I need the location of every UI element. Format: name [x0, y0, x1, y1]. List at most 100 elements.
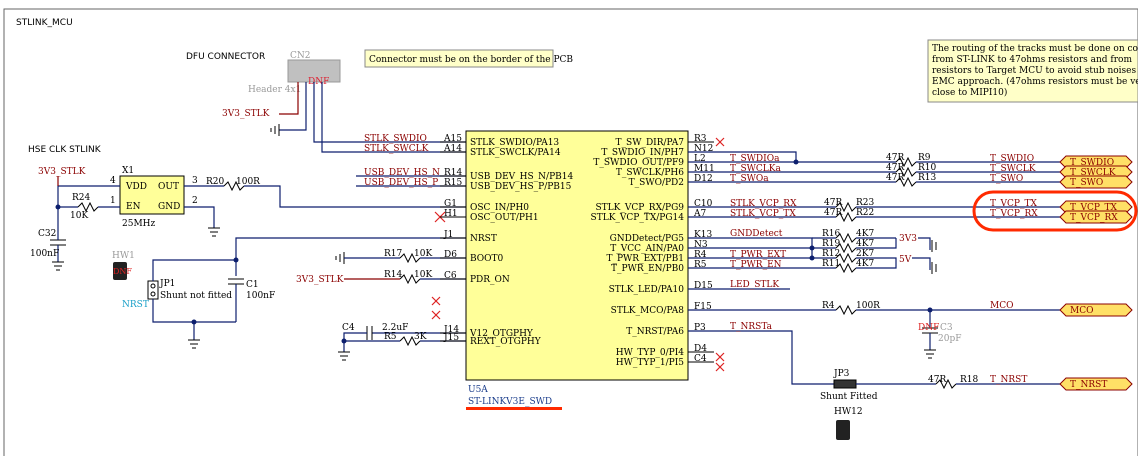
x1-value: 25MHz [122, 219, 156, 229]
r9-value: 47R [886, 153, 904, 163]
chip-pin-name: T_SWDIO_IN/PH7 [601, 148, 684, 158]
chip-pin-name: T_PWR_EN/PB0 [611, 264, 684, 274]
v3v3-label: 3V3 [899, 234, 917, 244]
r17-ref: R17 [384, 249, 403, 259]
chip-pin-number: R3 [694, 134, 707, 144]
net-t-swdioa: T_SWDIOa [730, 154, 780, 164]
part-highlight [466, 407, 562, 410]
r24-ref: R24 [72, 193, 91, 203]
chip-pin-name: STLK_SWDIO/PA13 [470, 138, 559, 148]
port-label: T_SWO [1070, 178, 1103, 188]
chip-pin-name: REXT_OTGPHY [470, 337, 542, 347]
chip-pin-number: R14 [444, 168, 463, 178]
v33-hse: 3V3_STLK [38, 167, 86, 177]
c3-value: 20pF [938, 334, 961, 344]
r13-value: 47R [886, 173, 904, 183]
chip-pin-number: A15 [443, 134, 462, 144]
r20-ref: R20 [206, 177, 225, 187]
net-pwr-ext: T_PWR_EXT [730, 250, 786, 260]
chip-pin-number: D6 [444, 250, 457, 260]
x1-pin3: 3 [192, 176, 198, 186]
chip-pin-name: HW_TYP_1/PI5 [616, 358, 684, 368]
net-t-swclk: T_SWCLK [990, 164, 1036, 174]
schematic-sheet: STLINK_MCU DFU CONNECTOR CN2 Header 4x1 … [3, 8, 1138, 456]
chip-pin-name: GNDDetect/PG5 [610, 234, 685, 244]
port-label: T_VCP_RX [1070, 213, 1118, 223]
jp1-ref: JP1 [159, 279, 175, 289]
c3-ref: C3 [940, 323, 953, 333]
hw12-ref: HW12 [834, 407, 863, 417]
c4-ref: C4 [342, 323, 355, 333]
r19-ref: R19 [822, 239, 841, 249]
x1-vdd: VDD [125, 182, 147, 192]
net-vcp-rx: STLK_VCP_RX [730, 199, 797, 209]
hw1-dnf: DNF [113, 267, 132, 276]
chip-pin-name: NRST [470, 234, 497, 244]
net-usb-p: USB_DEV_HS_P [364, 178, 438, 188]
chip-pin-number: J15 [443, 333, 459, 343]
r5-value: 3K [414, 332, 427, 342]
x1-pin2: 2 [192, 196, 198, 206]
x1-en: EN [126, 202, 141, 212]
hw12-jumper-icon [836, 420, 850, 440]
chip-pin-name: USB_DEV_HS_P/PB15 [470, 182, 572, 192]
chip-pin-number: C6 [444, 271, 457, 281]
net-stlk-swclk: STLK_SWCLK [364, 144, 429, 154]
junction [233, 257, 239, 263]
net-t-nrsta: T_NRSTa [730, 322, 773, 332]
r22-value: 47R [824, 208, 842, 218]
net-led: LED_STLK [730, 280, 779, 290]
u5a-ref: U5A [468, 385, 488, 395]
net-vcp-tx: STLK_VCP_TX [730, 209, 796, 219]
net-pwr-en: T_PWR_EN [730, 260, 782, 270]
chip-pin-name: STLK_LED/PA10 [609, 285, 685, 295]
net-gnddetect: GNDDetect [730, 229, 783, 239]
c32-value: 100nF [30, 249, 59, 259]
r18-ref: R18 [960, 375, 979, 385]
junction [809, 255, 815, 261]
x1-out: OUT [158, 182, 179, 192]
chip-pin-name: PDR_ON [470, 275, 510, 285]
net-t-swo: T_SWO [990, 174, 1023, 184]
c3-dnf: DNF [918, 323, 939, 333]
r18-value: 47R [928, 375, 946, 385]
net-t-swclka: T_SWCLKa [730, 164, 782, 174]
chip-pin-name: STLK_VCP_TX/PG14 [591, 213, 685, 223]
chip-pin-name: STLK_SWCLK/PA14 [470, 148, 561, 158]
dfu-connector-label: DFU CONNECTOR [186, 52, 265, 62]
junction [341, 338, 347, 344]
chip-pin-name: OSC_IN/PH0 [470, 203, 529, 213]
chip-pin-name: T_SWO/PD2 [629, 178, 684, 188]
r11-ref: R11 [822, 259, 840, 269]
jp3-value: Shunt Fitted [820, 392, 878, 402]
c32-ref: C32 [38, 229, 56, 239]
chip-pin-number: C4 [694, 354, 707, 364]
port-label: MCO [1070, 306, 1093, 316]
cn2-dnf: DNF [308, 77, 329, 87]
r20-value: 100R [236, 177, 260, 187]
nrst-label: NRST [122, 300, 149, 310]
chip-pin-name: HW_TYP_0/PI4 [616, 348, 684, 358]
chip-pin-name: STLK_MCO/PA8 [611, 306, 685, 316]
r4-value: 100R [856, 301, 880, 311]
chip-pin-name: T_SW_DIR/PA7 [616, 138, 685, 148]
chip-pin-name: OSC_OUT/PH1 [470, 213, 539, 223]
c1-value: 100nF [246, 291, 275, 301]
net-mco: MCO [990, 301, 1013, 311]
jp3-ref: JP3 [833, 369, 850, 379]
chip-pin-name: T_PWR_EXT/PB1 [607, 254, 685, 264]
r5-ref: R5 [384, 332, 397, 342]
jp1-value: Shunt not fitted [160, 291, 232, 301]
r17-value: 10K [414, 249, 432, 259]
hw1-ref: HW1 [112, 251, 135, 261]
chip-pin-number: R15 [444, 178, 463, 188]
chip-pin-name: T_VCC_AIN/PA0 [610, 244, 684, 254]
r16-ref: R16 [822, 229, 841, 239]
net-t-swdio: T_SWDIO [990, 154, 1034, 164]
x1-gnd: GND [158, 202, 180, 212]
chip-pin-name: STLK_VCP_RX/PG9 [596, 203, 685, 213]
chip-pin-name: T_SWCLK/PH6 [616, 168, 684, 178]
hse-label: HSE CLK STLINK [28, 145, 102, 155]
net-t-swoa: T_SWOa [730, 174, 769, 184]
net-usb-n: USB_DEV_HS_N [364, 168, 440, 178]
